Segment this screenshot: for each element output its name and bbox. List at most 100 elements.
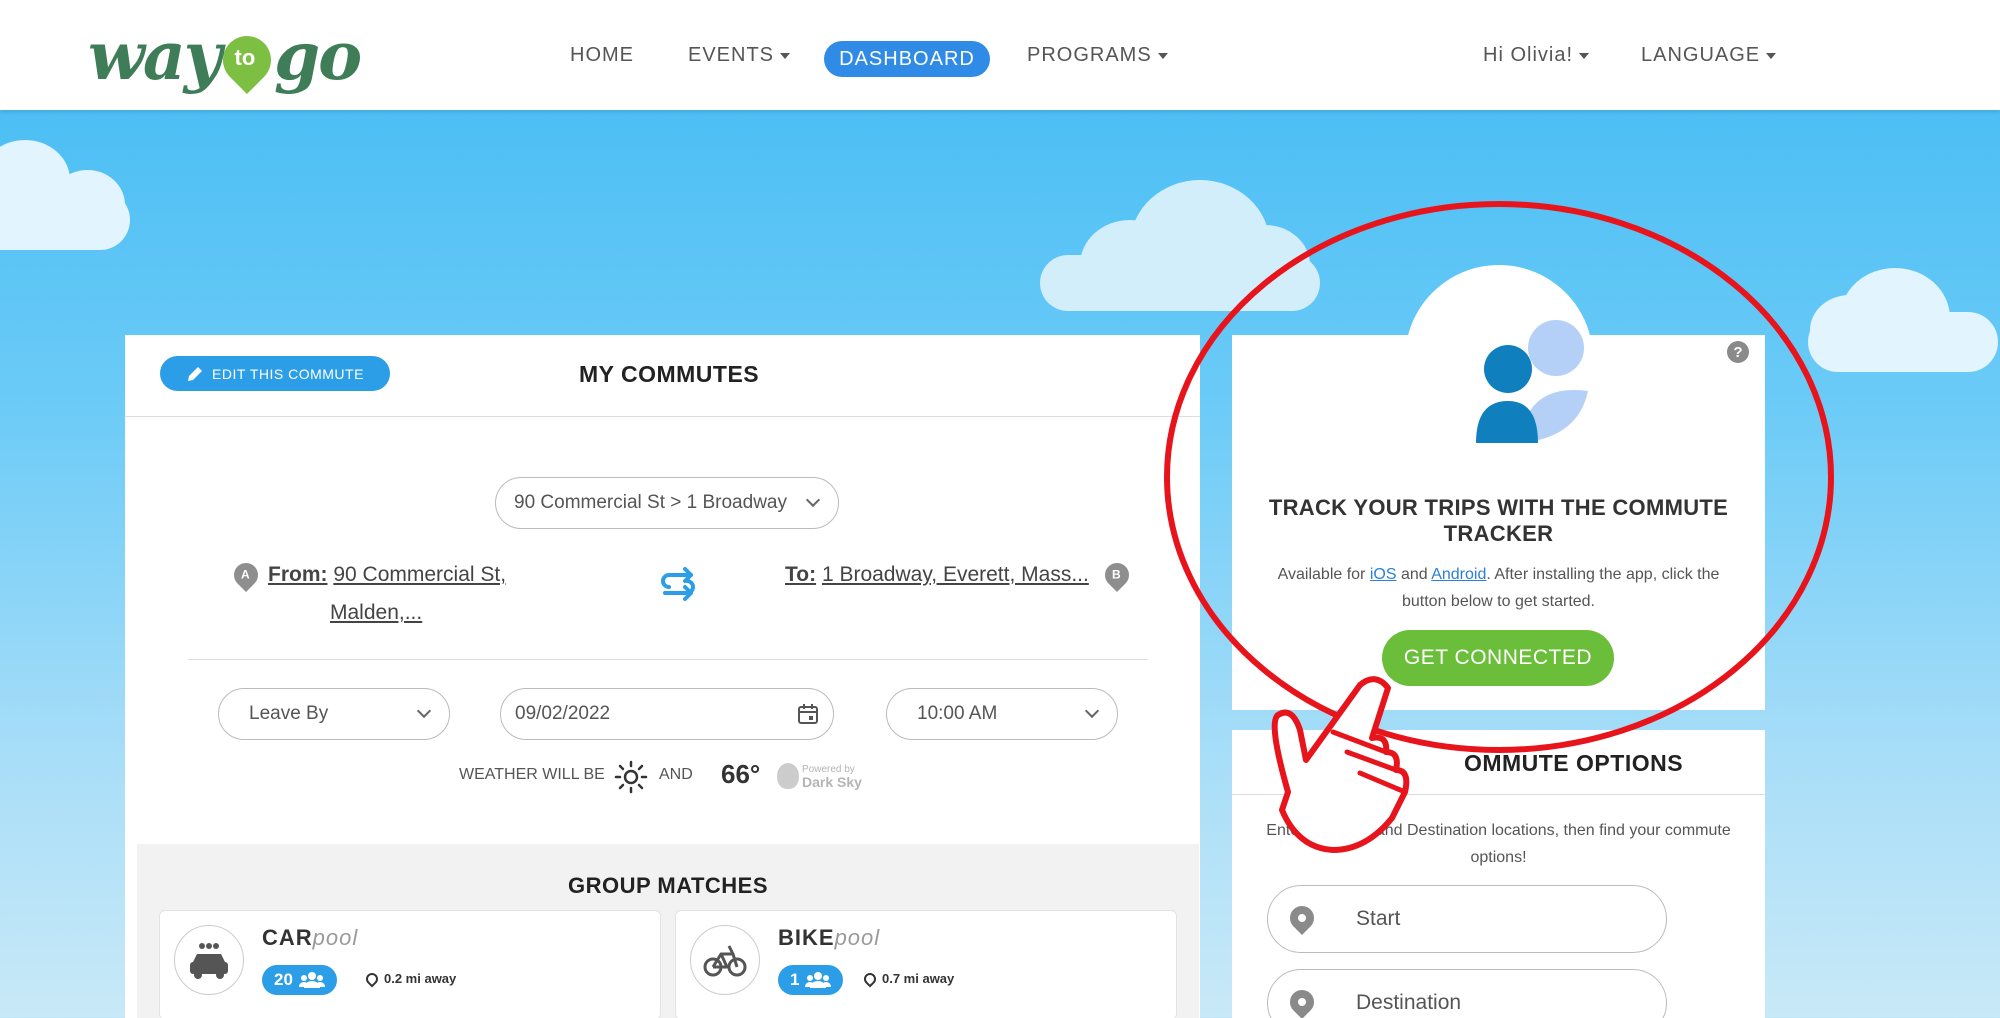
group-users-icon: [298, 972, 325, 988]
caret-down-icon: [1766, 52, 1777, 59]
marker-a-icon: A: [229, 558, 263, 592]
group-matches-title: GROUP MATCHES: [567, 873, 769, 898]
leave-by-select[interactable]: Leave By: [218, 688, 450, 740]
divider: [188, 659, 1148, 660]
sun-icon: [614, 760, 648, 799]
ios-link[interactable]: iOS: [1370, 566, 1397, 583]
logo-text-way: way: [88, 17, 222, 95]
group-users-icon: [805, 972, 832, 988]
route-select[interactable]: 90 Commercial St > 1 Broadway: [495, 477, 839, 529]
nav-user-label: Hi Olivia!: [1483, 44, 1574, 66]
dark-sky-icon: [777, 763, 799, 789]
carpool-title-italic: pool: [312, 925, 359, 950]
my-commutes-title: MY COMMUTES: [579, 361, 760, 387]
android-link[interactable]: Android: [1431, 566, 1486, 583]
carpool-count: 20: [274, 970, 293, 989]
carpool-count-badge: 20: [262, 965, 337, 995]
to-value: 1 Broadway, Everett, Mass...: [821, 563, 1089, 586]
from-address[interactable]: From: 90 Commercial St, Malden,...: [268, 556, 528, 632]
nav-home-label: HOME: [570, 44, 634, 66]
start-input[interactable]: Start: [1267, 885, 1667, 953]
location-pin-icon: [1285, 985, 1319, 1018]
options-desc-start: Enter y: [1266, 822, 1317, 839]
nav-dashboard-label: DASHBOARD: [839, 47, 975, 70]
commute-options-title-text: OMMUTE OPTIONS: [1463, 750, 1684, 776]
carpool-title-bold: CAR: [262, 925, 313, 950]
marker-a-label: A: [240, 567, 250, 582]
carpool-match-card[interactable]: CARpool 20 0.2 mi away: [159, 910, 661, 1018]
bikepool-icon: [690, 925, 760, 995]
tracker-description: Available for iOS and Android. After ins…: [1262, 561, 1735, 615]
marker-b-label: B: [1111, 567, 1121, 582]
nav-events[interactable]: EVENTS: [688, 44, 791, 67]
help-icon[interactable]: ?: [1727, 341, 1749, 363]
route-select-value: 90 Commercial St > 1 Broadway: [514, 492, 787, 513]
group-matches-section: GROUP MATCHES CARpool 20 0.2 mi away BIK…: [137, 844, 1199, 1018]
commute-tracker-card: ? TRACK YOUR TRIPS WITH THE COMMUTE TRAC…: [1232, 320, 1765, 710]
marker-b-icon: B: [1100, 558, 1134, 592]
nav-dashboard[interactable]: DASHBOARD: [824, 41, 990, 77]
to-address[interactable]: To: 1 Broadway, Everett, Mass...: [785, 556, 1089, 594]
time-select[interactable]: 10:00 AM: [886, 688, 1118, 740]
start-placeholder: Start: [1356, 907, 1401, 930]
calendar-icon: [798, 704, 818, 724]
powered-by-dark-sky: Powered by Dark Sky: [802, 764, 862, 790]
nav-programs-label: PROGRAMS: [1027, 44, 1152, 66]
chevron-down-icon: [1084, 703, 1100, 719]
divider: [1232, 794, 1765, 795]
tracker-desc-prefix: Available for: [1277, 566, 1370, 583]
swap-route-icon[interactable]: [657, 563, 699, 610]
temperature-value: 66°: [721, 759, 761, 789]
to-label: To:: [785, 563, 817, 586]
my-commutes-card: EDIT THIS COMMUTE MY COMMUTES 90 Commerc…: [125, 335, 1200, 1018]
nav-events-label: EVENTS: [688, 44, 775, 66]
weather-and: AND: [659, 766, 693, 783]
dark-sky-label: Dark Sky: [802, 774, 862, 790]
from-label: From:: [268, 563, 328, 586]
bikepool-title-italic: pool: [834, 925, 881, 950]
cloud-decoration: [1040, 255, 1320, 311]
divider: [125, 416, 1200, 417]
logo-text-to: to: [234, 44, 256, 70]
get-connected-button[interactable]: GET CONNECTED: [1382, 630, 1614, 686]
help-icon-label: ?: [1733, 343, 1743, 361]
bikepool-count-badge: 1: [778, 965, 844, 995]
bikepool-distance: 0.7 mi away: [882, 971, 955, 986]
nav-language[interactable]: LANGUAGE: [1641, 44, 1777, 67]
caret-down-icon: [780, 52, 791, 59]
destination-input[interactable]: Destination: [1267, 969, 1667, 1018]
edit-commute-button[interactable]: EDIT THIS COMMUTE: [160, 356, 390, 391]
caret-down-icon: [1579, 52, 1590, 59]
leave-by-value: Leave By: [249, 703, 329, 724]
date-value: 09/02/2022: [515, 703, 611, 724]
logo-pin-icon: to: [212, 26, 281, 94]
location-pin-icon: [861, 970, 879, 988]
caret-down-icon: [1157, 52, 1168, 59]
bikepool-title-bold: BIKE: [778, 925, 835, 950]
from-line1: 90 Commercial St,: [333, 563, 507, 586]
bikepool-title: BIKEpool: [778, 925, 880, 951]
destination-placeholder: Destination: [1356, 991, 1462, 1014]
top-navbar: way to go HOME EVENTS DASHBOARD PROGRAMS…: [0, 0, 2000, 110]
get-connected-label: GET CONNECTED: [1403, 646, 1593, 669]
carpool-title: CARpool: [262, 925, 358, 951]
commute-options-title: OMMUTE OPTIONS: [1382, 750, 1765, 777]
nav-programs[interactable]: PROGRAMS: [1027, 44, 1168, 67]
chevron-down-icon: [416, 703, 432, 719]
nav-user-menu[interactable]: Hi Olivia!: [1483, 44, 1590, 67]
bikepool-match-card[interactable]: BIKEpool 1 0.7 mi away: [675, 910, 1177, 1018]
weather-prefix: WEATHER WILL BE: [459, 766, 605, 783]
pencil-icon: [188, 366, 203, 381]
nav-home[interactable]: HOME: [570, 44, 634, 67]
location-pin-icon: [1285, 901, 1319, 935]
date-input[interactable]: 09/02/2022: [500, 688, 834, 740]
wayto-go-logo[interactable]: way to go: [88, 16, 362, 96]
tracker-desc-and: and: [1396, 566, 1432, 583]
bikepool-count: 1: [790, 970, 800, 989]
time-value: 10:00 AM: [917, 703, 998, 724]
cloud-decoration: [1808, 312, 1998, 372]
cloud-decoration: [0, 190, 130, 250]
logo-text-go: go: [273, 17, 362, 95]
carpool-icon: [174, 925, 244, 995]
from-line2: Malden,...: [330, 601, 423, 624]
